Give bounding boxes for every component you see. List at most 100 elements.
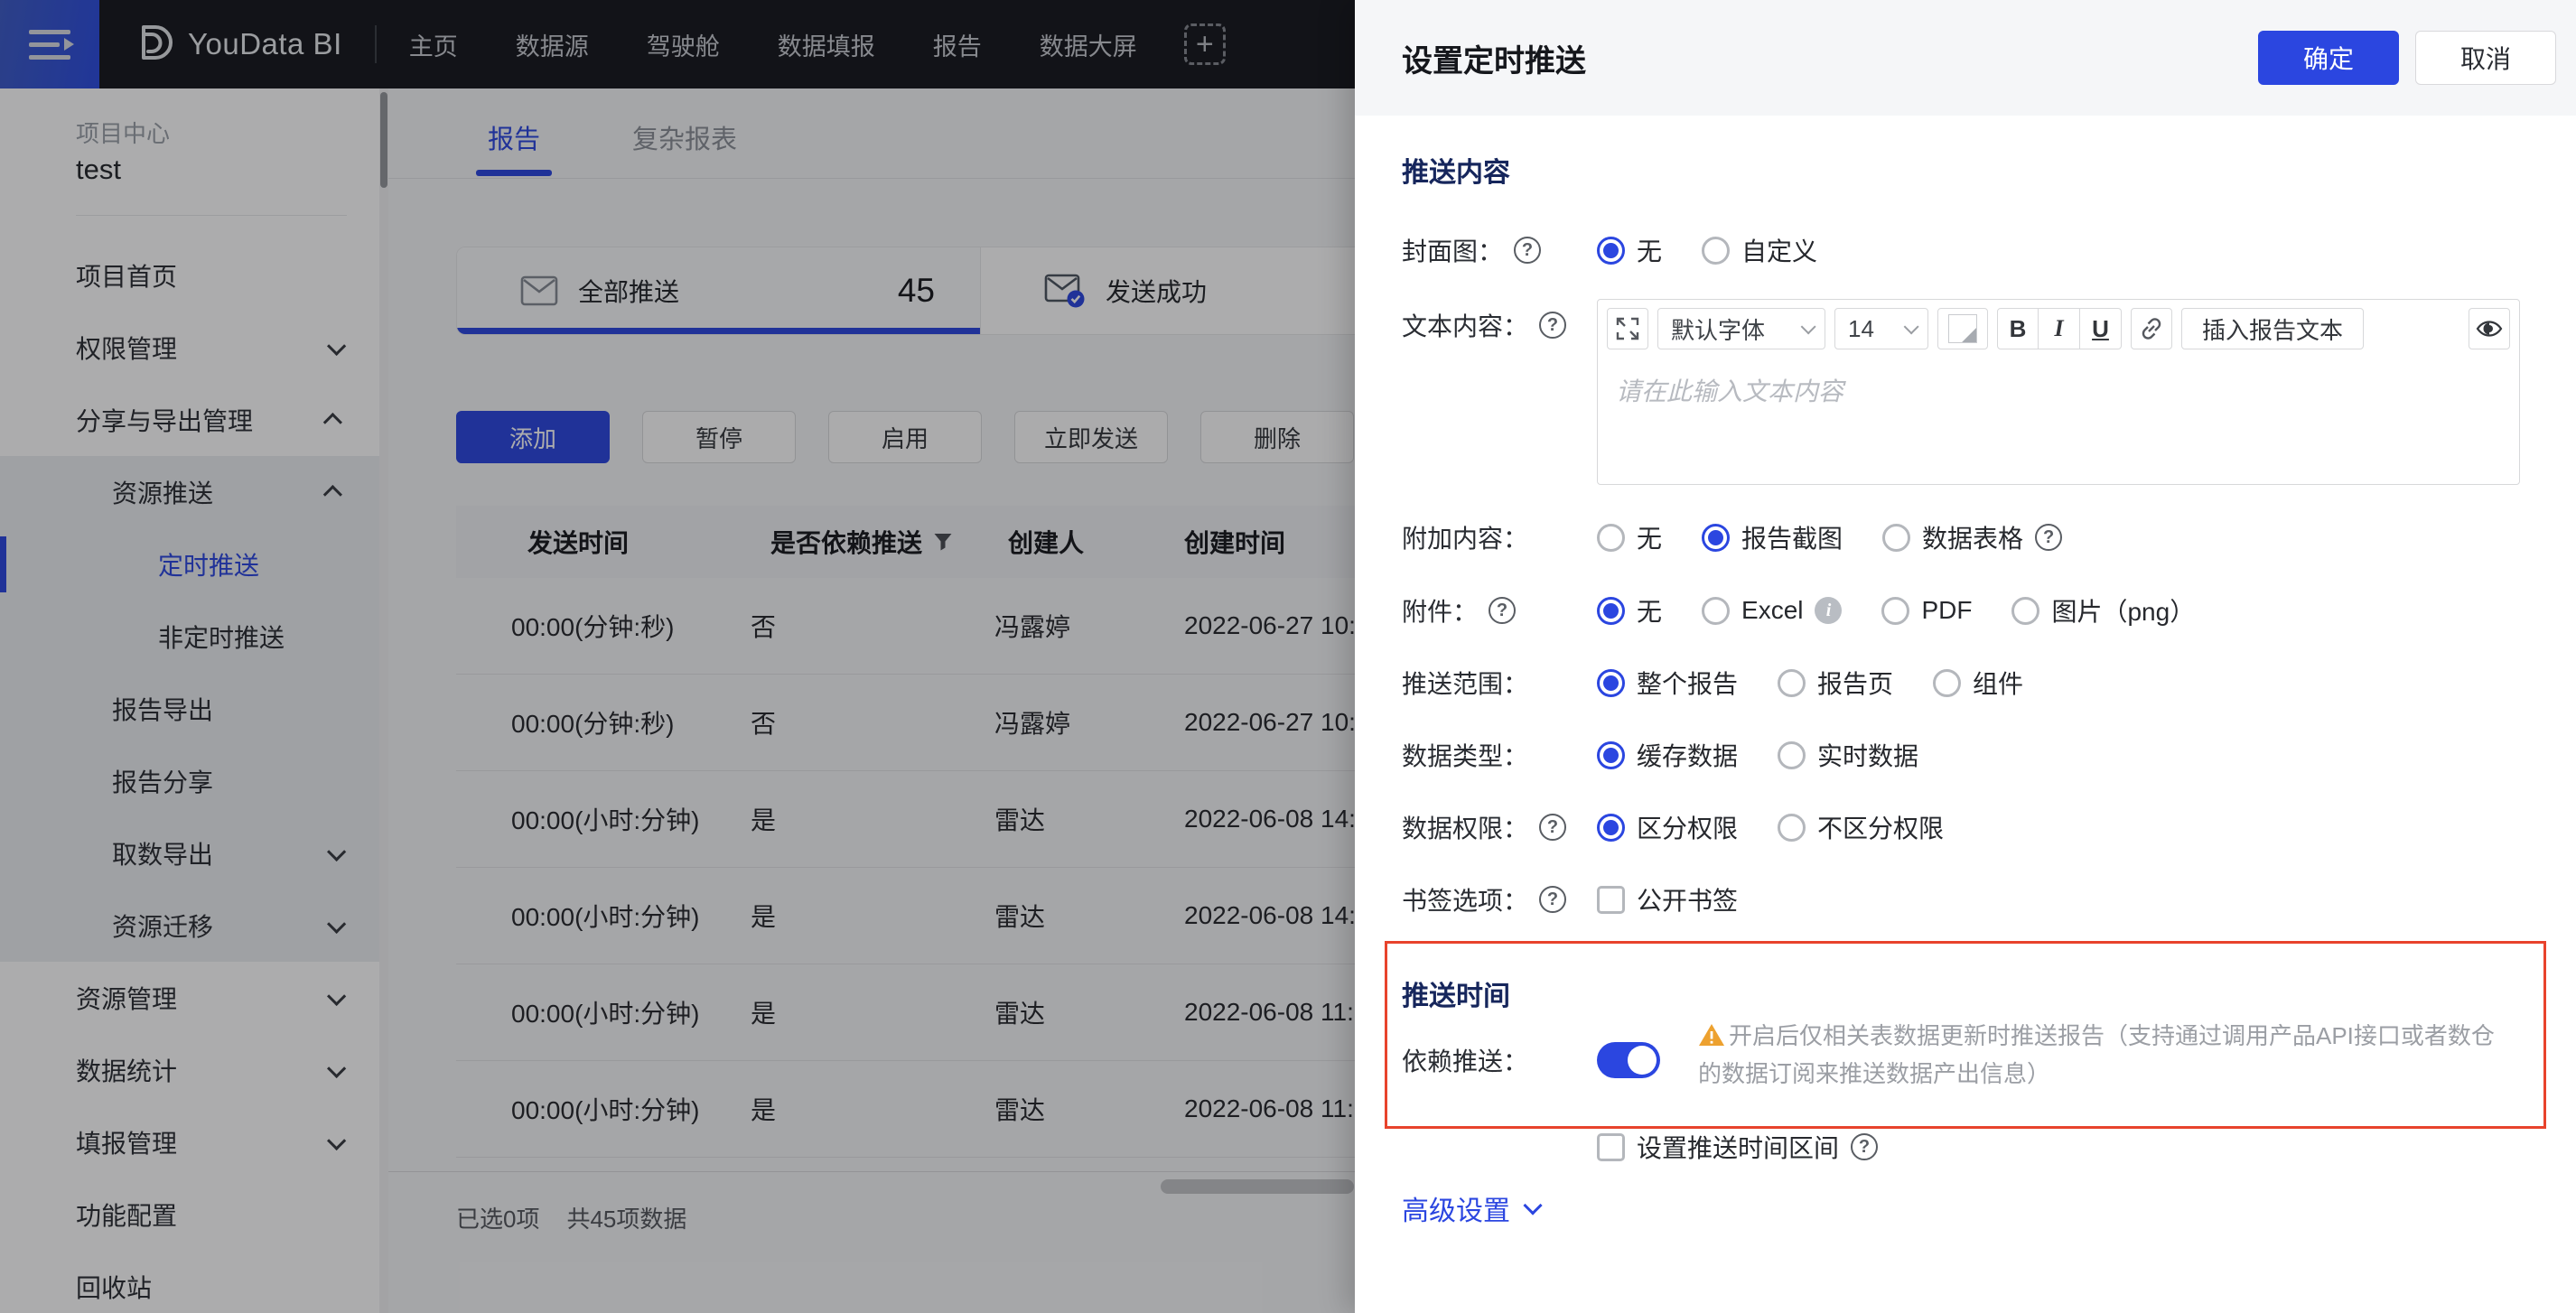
push-scope-options: 整个报告 报告页 组件 [1597,665,2023,701]
help-icon[interactable]: ? [1851,1133,1879,1160]
radio-option-无[interactable]: 无 [1597,592,1662,629]
data-permission-options: 区分权限 不区分权限 [1597,809,1944,845]
attachment-label: 附件： [1402,598,1479,626]
drawer-mask[interactable] [0,0,1355,1313]
radio-icon[interactable] [1597,523,1625,552]
preview-eye-button[interactable] [2469,308,2510,349]
data-type-row: 数据类型： 缓存数据 实时数据 [1402,735,1918,775]
underline-button[interactable]: U [2080,308,2122,349]
help-icon[interactable]: ? [1539,312,1567,339]
option-label: 无 [1637,237,1663,265]
drawer-title: 设置定时推送 [1402,43,1586,79]
help-icon[interactable]: ? [1539,814,1567,841]
radio-option-无[interactable]: 无 [1597,232,1662,268]
radio-icon[interactable] [1597,813,1625,842]
chevron-down-icon [1523,1195,1543,1215]
option-label: 公开书签 [1637,887,1739,915]
link-button[interactable] [2131,308,2172,349]
option-label: 实时数据 [1817,742,1919,770]
chevron-down-icon [1800,319,1816,335]
option-label: 组件 [1973,670,2024,698]
radio-icon[interactable] [1702,523,1731,552]
help-icon[interactable]: ? [1489,597,1517,624]
push-settings-drawer: 设置定时推送 确定 取消 推送内容 封面图： ? 无 自定义 文本内容： ? 默认… [1355,0,2576,1313]
attachment-options: 无 Excel i PDF 图片（png） [1597,592,2195,629]
cover-image-label: 封面图： [1402,237,1504,265]
checkbox-option-设置推送时间区间[interactable]: 设置推送时间区间? [1597,1129,1879,1165]
radio-icon[interactable] [1597,668,1625,697]
radio-option-区分权限[interactable]: 区分权限 [1597,809,1738,845]
italic-button[interactable]: I [2039,308,2080,349]
push-scope-row: 推送范围： 整个报告 报告页 组件 [1402,663,2023,703]
depend-push-warning: 开启后仅相关表数据更新时推送报告（支持通过调用产品API接口或者数仓的数据订阅来… [1698,1022,2495,1087]
radio-option-PDF[interactable]: PDF [1881,596,1972,625]
help-icon[interactable]: ? [1539,886,1567,913]
checkbox-option-公开书签[interactable]: 公开书签 [1597,881,1738,917]
radio-icon[interactable] [1778,813,1806,842]
radio-option-无[interactable]: 无 [1597,519,1662,555]
bookmark-row: 书签选项： ? 公开书签 [1402,880,1738,919]
radio-icon[interactable] [1597,236,1625,265]
insert-report-text-button[interactable]: 插入报告文本 [2181,308,2365,349]
radio-icon[interactable] [2011,596,2040,625]
checkbox-icon[interactable] [1597,885,1625,914]
radio-option-图片（png）[interactable]: 图片（png） [2011,592,2195,629]
font-color-picker[interactable] [1937,308,1988,349]
data-permission-row: 数据权限： ? 区分权限 不区分权限 [1402,807,1944,847]
push-scope-label: 推送范围： [1402,670,1529,698]
radio-option-整个报告[interactable]: 整个报告 [1597,665,1738,701]
cancel-button[interactable]: 取消 [2415,31,2556,85]
option-label: 无 [1637,525,1663,553]
bold-button[interactable]: B [1997,308,2039,349]
confirm-button[interactable]: 确定 [2258,31,2399,85]
font-size-select[interactable]: 14 [1834,308,1928,349]
option-label: Excel [1741,596,1804,624]
radio-icon[interactable] [1702,596,1731,625]
help-icon[interactable]: ? [1514,237,1542,264]
option-label: PDF [1921,596,1973,624]
bookmark-options: 公开书签 [1597,881,1738,917]
option-label: 整个报告 [1637,670,1739,698]
data-permission-label: 数据权限： [1402,815,1529,843]
option-label: 自定义 [1741,237,1818,265]
radio-option-组件[interactable]: 组件 [1933,665,2023,701]
radio-icon[interactable] [1881,596,1910,625]
option-label: 区分权限 [1637,815,1739,843]
radio-option-Excel[interactable]: Excel i [1702,596,1843,625]
radio-icon[interactable] [1882,523,1911,552]
fullscreen-icon[interactable] [1607,308,1648,349]
section-push-time: 推送时间 [1402,982,1510,1011]
option-label: 图片（png） [2051,598,2196,626]
help-icon[interactable]: ? [2035,524,2063,551]
radio-icon[interactable] [1597,740,1625,769]
radio-icon[interactable] [1933,668,1962,697]
radio-icon[interactable] [1778,740,1806,769]
checkbox-icon[interactable] [1597,1132,1625,1161]
radio-option-报告截图[interactable]: 报告截图 [1702,519,1843,555]
option-label: 报告页 [1817,670,1894,698]
depend-push-row: 依赖推送： [1402,1040,1660,1080]
advanced-settings-link[interactable]: 高级设置 [1402,1188,1543,1228]
radio-option-实时数据[interactable]: 实时数据 [1778,737,1918,773]
extra-content-label: 附加内容： [1402,525,1529,553]
radio-option-报告页[interactable]: 报告页 [1778,665,1893,701]
radio-icon[interactable] [1778,668,1806,697]
radio-icon[interactable] [1702,236,1731,265]
radio-icon[interactable] [1597,596,1625,625]
drawer-header: 设置定时推送 确定 取消 [1355,0,2576,116]
warning-icon [1698,1022,1725,1057]
time-range-row: 设置推送时间区间? [1402,1127,1879,1167]
app-root: YouData BI 主页 数据源 驾驶舱 数据填报 报告 数据大屏 + 项目中心 tes… [0,0,2576,1313]
font-family-select[interactable]: 默认字体 [1657,308,1825,349]
text-content-input[interactable]: 请在此输入文本内容 [1598,358,2519,423]
text-content-label: 文本内容： [1402,312,1529,340]
radio-option-不区分权限[interactable]: 不区分权限 [1778,809,1944,845]
editor-toolbar: 默认字体 14 B I U 插入报告文本 [1598,300,2519,358]
depend-push-toggle[interactable] [1597,1042,1660,1078]
cover-image-options: 无 自定义 [1597,232,1817,268]
radio-option-自定义[interactable]: 自定义 [1702,232,1817,268]
radio-option-数据表格[interactable]: 数据表格? [1882,519,2063,555]
section-push-content: 推送内容 [1402,158,1510,188]
radio-option-缓存数据[interactable]: 缓存数据 [1597,737,1738,773]
color-swatch-icon [1948,314,1977,343]
